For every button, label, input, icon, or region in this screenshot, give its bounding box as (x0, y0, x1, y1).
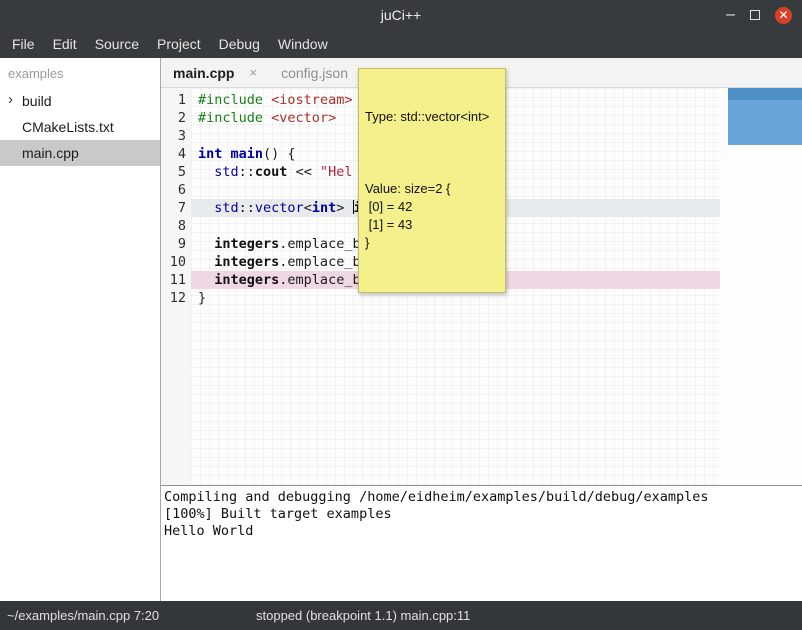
tooltip-value-line: } (365, 234, 499, 252)
menu-item-project[interactable]: Project (148, 32, 210, 56)
menu-item-edit[interactable]: Edit (44, 32, 86, 56)
tooltip-type-line: Type: std::vector<int> (365, 108, 499, 126)
tree-item-label: build (22, 93, 52, 109)
tree-item-cmakelists-txt[interactable]: CMakeLists.txt (0, 114, 160, 140)
menubar: FileEditSourceProjectDebugWindow (0, 30, 802, 58)
tooltip-value-block: Value: size=2 { [0] = 42 [1] = 43} (365, 180, 499, 252)
terminal-line: Hello World (164, 523, 799, 540)
line-number-10[interactable]: 10 (161, 253, 186, 271)
file-tree: › build CMakeLists.txt main.cpp (0, 88, 160, 166)
window-title: juCi++ (381, 7, 421, 23)
tooltip-value-line: [0] = 42 (365, 198, 499, 216)
tooltip-value-line: [1] = 43 (365, 216, 499, 234)
expander-icon[interactable]: › (8, 91, 13, 108)
tooltip-value-line: Value: size=2 { (365, 180, 499, 198)
minimize-button[interactable]: – (726, 10, 735, 20)
app-window: juCi++ – ✕ FileEditSourceProjectDebugWin… (0, 0, 802, 630)
status-debug-state: stopped (breakpoint 1.1) main.cpp:11 (256, 608, 470, 623)
line-number-11[interactable]: 11 (161, 271, 186, 289)
line-number-8[interactable]: 8 (161, 217, 186, 235)
tab-label: main.cpp (173, 65, 234, 81)
tab-label: config.json (281, 65, 348, 81)
maximize-button[interactable] (750, 10, 760, 20)
scrollbar-overview[interactable] (728, 88, 802, 145)
close-button[interactable]: ✕ (775, 7, 792, 24)
title-bar: juCi++ – ✕ (0, 0, 802, 30)
line-number-4[interactable]: 4 (161, 145, 186, 163)
line-number-gutter: 123456789101112 (161, 88, 191, 485)
line-number-12[interactable]: 12 (161, 289, 186, 307)
menu-item-debug[interactable]: Debug (210, 32, 269, 56)
tree-item-main-cpp[interactable]: main.cpp (0, 140, 160, 166)
line-number-2[interactable]: 2 (161, 109, 186, 127)
status-bar: ~/examples/main.cpp 7:20 stopped (breakp… (0, 601, 802, 630)
menu-item-source[interactable]: Source (86, 32, 148, 56)
main-area: examples › build CMakeLists.txt main.cpp ma… (0, 58, 802, 601)
menu-item-window[interactable]: Window (269, 32, 337, 56)
tree-item-label: CMakeLists.txt (22, 119, 114, 135)
menu-item-file[interactable]: File (3, 32, 44, 56)
terminal-line: Compiling and debugging /home/eidheim/ex… (164, 489, 799, 506)
tree-item-label: main.cpp (22, 145, 79, 161)
terminal-line: [100%] Built target examples (164, 506, 799, 523)
sidebar-header: examples (0, 58, 160, 88)
line-number-1[interactable]: 1 (161, 91, 186, 109)
file-sidebar: examples › build CMakeLists.txt main.cpp (0, 58, 161, 601)
line-number-5[interactable]: 5 (161, 163, 186, 181)
line-number-3[interactable]: 3 (161, 127, 186, 145)
line-number-6[interactable]: 6 (161, 181, 186, 199)
tab-main-cpp[interactable]: main.cpp × (173, 65, 257, 81)
status-file-position: ~/examples/main.cpp 7:20 (7, 608, 159, 623)
terminal-output[interactable]: Compiling and debugging /home/eidheim/ex… (161, 485, 802, 601)
debug-value-tooltip: Type: std::vector<int> Value: size=2 { [… (358, 68, 506, 293)
line-number-9[interactable]: 9 (161, 235, 186, 253)
tree-item-build[interactable]: › build (0, 88, 160, 114)
line-number-7[interactable]: 7 (161, 199, 186, 217)
tab-close-icon[interactable]: × (249, 65, 257, 80)
window-controls: – ✕ (726, 0, 792, 30)
